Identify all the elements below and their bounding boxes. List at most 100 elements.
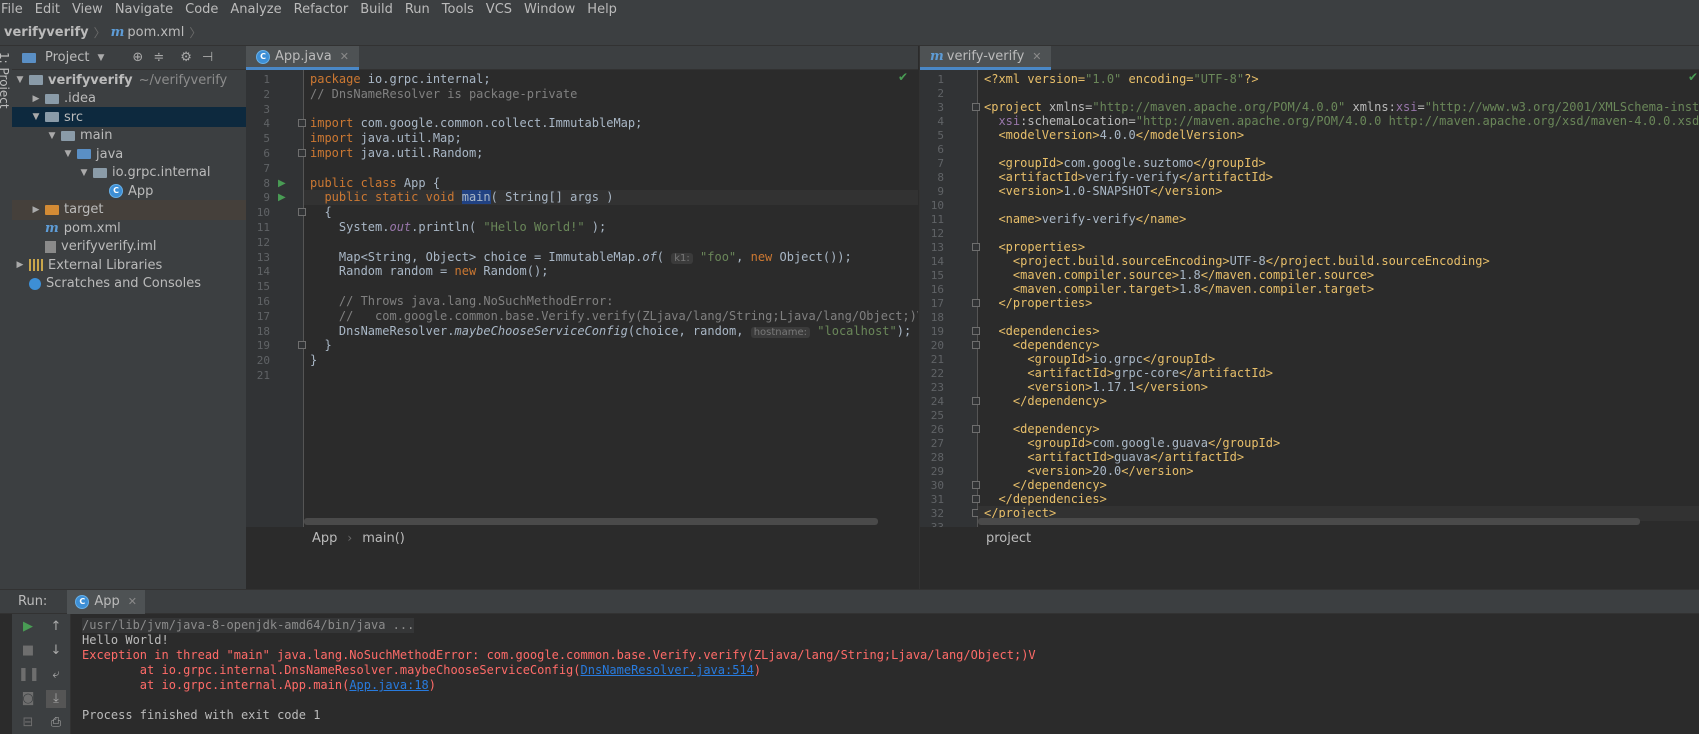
code-line: public class App { [310,176,440,191]
menu-run[interactable]: Run [404,2,437,17]
menu-code[interactable]: Code [184,2,225,17]
chevron-right-icon[interactable]: ▶ [30,205,42,215]
soft-wrap-icon[interactable]: ⤶ [46,666,66,684]
chevron-down-icon[interactable]: ▼ [30,112,42,122]
code-token: </name> [1135,212,1187,226]
line-number: 1 [937,73,944,86]
horizontal-scrollbar[interactable] [304,518,878,525]
run-gutter-icon[interactable]: ▶ [278,190,286,205]
scroll-to-end-icon[interactable]: ⤓ [46,690,66,708]
code-token: </groupId> [1193,156,1266,170]
code-line: <artifactId>guava</artifactId> [984,450,1244,465]
menu-file[interactable]: File [0,2,30,17]
menu-refactor[interactable]: Refactor [293,2,356,17]
maven-icon: m [930,49,944,64]
tree-item-label: java [96,146,124,162]
locate-icon[interactable]: ⊕ [132,50,143,65]
scroll-up-icon[interactable]: ↑ [46,618,66,636]
tree-item[interactable]: verifyverify.iml [12,237,246,257]
close-icon[interactable]: ✕ [340,50,349,63]
menu-tools[interactable]: Tools [441,2,481,17]
code-token: </maven.compiler.target> [1200,282,1375,296]
run-gutter-icon[interactable]: ▶ [278,176,286,191]
console-error: Exception in thread "main" java.lang.NoS… [82,648,1036,662]
line-number: 9 [263,191,270,205]
breadcrumb-project[interactable]: verifyverify [4,25,89,40]
code-line: System.out.println( "Hello World!" ); [310,220,606,235]
menu-analyze[interactable]: Analyze [229,2,288,17]
horizontal-scrollbar[interactable] [978,518,1640,525]
stack-link[interactable]: App.java:18 [349,678,428,692]
hide-icon[interactable]: ⊣ [202,50,213,65]
tree-item[interactable]: ▼ main [12,126,246,146]
code-token: </groupId> [1142,352,1216,366]
code-line: </properties> [984,296,1092,311]
tab-verify-verify[interactable]: m verify-verify ✕ [920,46,1052,70]
tree-item[interactable]: ▶ External Libraries [12,255,246,275]
collapse-all-icon[interactable]: ≑ [153,50,164,65]
chevron-down-icon[interactable]: ▼ [46,131,58,141]
code-token: <groupId> [984,352,1093,366]
project-view-selector[interactable]: Project [45,50,89,65]
folder-icon [29,75,43,85]
code-area-java[interactable]: package io.grpc.internal;// DnsNameResol… [304,70,918,527]
crumb-method[interactable]: main() [362,531,405,546]
menu-edit[interactable]: Edit [34,2,67,17]
code-token: "localhost" [817,323,897,338]
tree-item[interactable]: ▶ target [12,199,246,220]
tree-item-label: .idea [64,91,96,106]
stop-icon[interactable]: ■ [18,642,38,660]
editor-breadcrumb: App › main() [246,527,918,549]
chevron-down-icon[interactable]: ▼ [14,75,26,85]
chevron-down-icon[interactable]: ▼ [78,168,90,178]
close-icon[interactable]: ✕ [128,595,137,608]
pause-icon[interactable]: ❚❚ [18,666,40,684]
menu-view[interactable]: View [71,2,110,17]
crumb-project[interactable]: project [986,531,1031,546]
scroll-down-icon[interactable]: ↓ [46,642,66,660]
tree-item[interactable]: ▼ verifyverify ~/verifyverify [12,70,246,90]
code-token: <dependency> [984,338,1100,352]
menu-navigate[interactable]: Navigate [114,2,180,17]
code-area-xml[interactable]: <?xml version="1.0" encoding="UTF-8"?> <p… [978,70,1699,527]
tree-item[interactable]: m pom.xml [12,218,246,238]
tree-item[interactable]: ▼ java [12,144,246,164]
code-token: 1.8 [1179,268,1201,282]
code-token: } [310,338,332,353]
tab-app-java[interactable]: C App.java ✕ [246,46,359,70]
code-token: "foo" [700,249,737,264]
code-token: <?xml version= [984,72,1086,86]
code-token: "http://maven.apache.org/POM/4.0.0 http:… [1135,114,1699,128]
menu-vcs[interactable]: VCS [485,2,519,17]
line-number: 18 [256,324,270,338]
breadcrumb-file[interactable]: pom.xml [127,25,184,40]
settings-icon[interactable]: ⊟ [18,714,38,732]
chevron-down-icon[interactable]: ▼ [62,149,74,159]
tree-item[interactable]: Scratches and Consoles [12,274,246,294]
project-view-icon [22,52,36,63]
project-tool-tab[interactable]: 1: Project [0,50,12,120]
tree-item[interactable]: ▼ io.grpc.internal [12,163,246,183]
chevron-down-icon[interactable]: ▼ [97,53,104,63]
tree-item[interactable]: ▼ src [12,107,246,127]
tree-item[interactable]: C App [12,181,246,201]
crumb-class[interactable]: App [312,531,337,546]
rerun-icon[interactable]: ▶ [18,618,38,636]
gear-icon[interactable]: ⚙ [180,50,192,65]
chevron-right-icon[interactable]: ▶ [14,260,26,270]
run-panel-header: Run: C App ✕ [0,589,1699,614]
code-line: package io.grpc.internal; [310,72,491,87]
stack-link[interactable]: DnsNameResolver.java:514 [581,663,754,677]
camera-icon[interactable]: ◙ [18,690,38,708]
tree-item[interactable]: ▶ .idea [12,89,246,109]
chevron-right-icon[interactable]: ▶ [30,94,42,104]
menu-window[interactable]: Window [523,2,582,17]
print-icon[interactable]: ⎙ [46,714,66,732]
run-tab-app[interactable]: C App ✕ [67,589,145,614]
code-line: xsi:schemaLocation="http://maven.apache.… [984,114,1699,129]
menu-build[interactable]: Build [359,2,400,17]
menu-help[interactable]: Help [586,2,624,17]
code-token: Map<String, Object> choice = ImmutableMa… [310,249,643,264]
close-icon[interactable]: ✕ [1032,50,1041,63]
code-token: <modelVersion> [984,128,1100,142]
